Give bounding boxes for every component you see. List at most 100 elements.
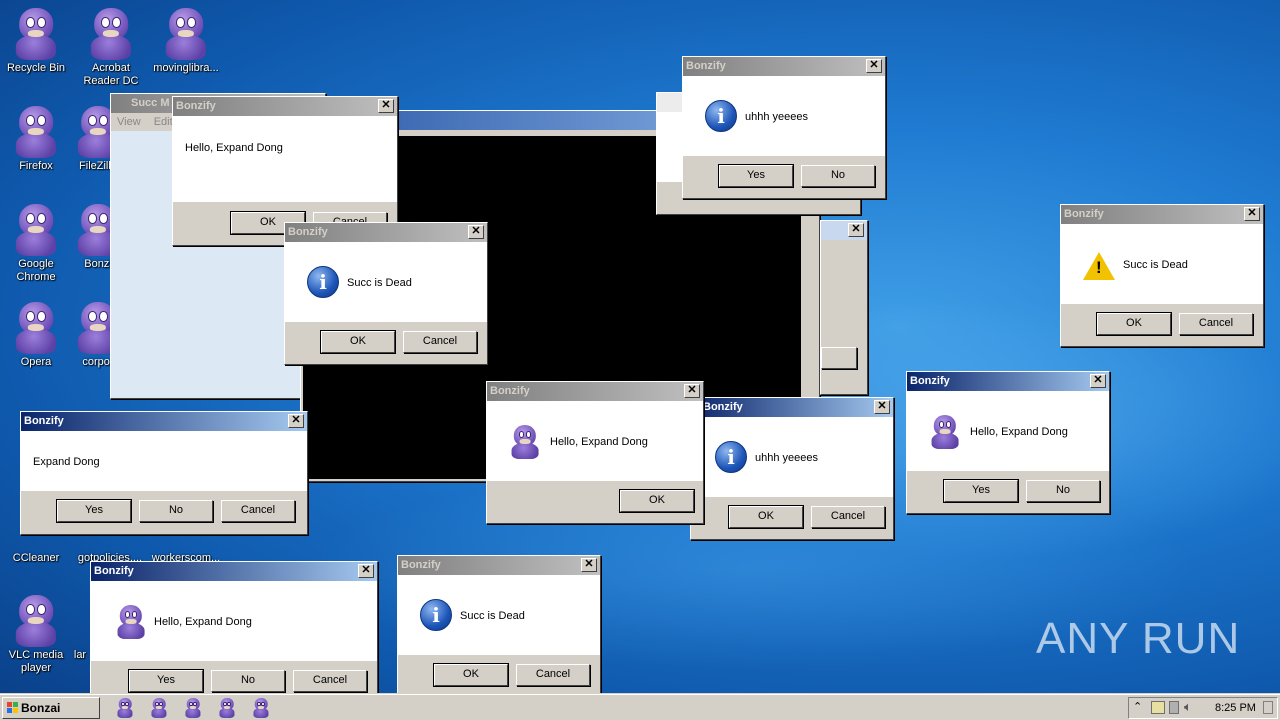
dialog-bonzify[interactable]: Bonzify ✕ Expand Dong Yes No Cancel (20, 411, 308, 535)
show-desktop-icon[interactable] (1263, 701, 1273, 714)
taskbar: Bonzai Buhdy ⌃ 🔈︎ 8:25 PM (0, 694, 1280, 720)
dialog-message: uhhh yeeees (755, 452, 818, 464)
desktop-icon-label: CCleaner (12, 552, 60, 564)
dialog-title: Bonzify (490, 385, 530, 397)
bonzi-icon (12, 302, 60, 354)
dialog-titlebar[interactable]: Bonzify ✕ (173, 97, 397, 116)
desktop-icon-acrobat[interactable]: Acrobat Reader DC (75, 8, 147, 88)
dialog-titlebar[interactable]: Bonzify ✕ (91, 562, 377, 581)
dialog-message: Hello, Expand Dong (185, 142, 283, 154)
cancel-button[interactable]: Cancel (293, 670, 367, 692)
desktop-icon-movinglibrary[interactable]: movinglibra... (150, 8, 222, 75)
no-button[interactable]: No (139, 500, 213, 522)
cancel-button[interactable]: Cancel (811, 506, 885, 528)
no-button[interactable]: No (1026, 480, 1100, 502)
flag-icon[interactable] (1169, 701, 1179, 714)
yes-button[interactable]: Yes (128, 669, 204, 693)
ok-button[interactable]: OK (320, 330, 396, 354)
bonzi-icon (929, 415, 961, 449)
dialog-titlebar[interactable]: Bonzify ✕ (487, 382, 703, 401)
dialog-title: Bonzify (703, 401, 743, 413)
desktop-icon-recycle-bin[interactable]: Recycle Bin (0, 8, 72, 75)
desktop-icon-label: Google Chrome (16, 258, 56, 283)
desktop-icon-label: Bonzi (84, 258, 112, 270)
yes-button[interactable]: Yes (56, 499, 132, 523)
yes-button[interactable]: Yes (718, 164, 794, 188)
dialog-title: Bonzify (176, 100, 216, 112)
close-icon[interactable]: ✕ (1090, 374, 1106, 388)
desktop-icon-label: movinglibra... (153, 62, 219, 74)
app-title: Succ M (131, 97, 170, 109)
close-icon[interactable]: ✕ (874, 400, 890, 414)
dialog-titlebar[interactable]: Bonzify ✕ (907, 372, 1109, 391)
close-icon[interactable]: ✕ (684, 384, 700, 398)
desktop-icon-label: corpor (82, 356, 114, 368)
dialog-bonzify[interactable]: Bonzify ✕ i Succ is Dead OK Cancel (397, 555, 601, 694)
dialog-message: Expand Dong (33, 456, 100, 468)
dialog-title: Bonzify (1064, 208, 1104, 220)
close-icon[interactable]: ✕ (581, 558, 597, 572)
behind-button[interactable] (821, 347, 857, 369)
chevron-up-icon[interactable]: ⌃ (1133, 700, 1142, 713)
dialog-titlebar[interactable]: Bonzify ✕ (683, 57, 885, 76)
dialog-bonzify[interactable]: Bonzify ✕ Hello, Expand Dong Yes No Cance… (90, 561, 378, 695)
bonzi-icon[interactable] (150, 698, 168, 718)
bonzi-icon (12, 204, 60, 256)
dialog-title: Bonzify (94, 565, 134, 577)
menu-edit[interactable]: Edit (154, 116, 173, 128)
behind-window-right[interactable]: ✕ (820, 220, 868, 395)
network-icon[interactable] (1151, 701, 1165, 714)
bonzi-icon[interactable] (252, 698, 270, 718)
bonzi-icon (12, 106, 60, 158)
ok-button[interactable]: OK (728, 505, 804, 529)
dialog-message: Hello, Expand Dong (550, 436, 648, 448)
ok-button[interactable]: OK (433, 663, 509, 687)
dialog-bonzify[interactable]: Bonzify ✕ Hello, Expand Dong OK (486, 381, 704, 524)
bonzi-icon[interactable] (218, 698, 236, 718)
dialog-bonzify[interactable]: Bonzify ✕ Hello, Expand Dong Yes No (906, 371, 1110, 514)
close-icon[interactable]: ✕ (848, 223, 864, 237)
dialog-titlebar[interactable]: Bonzify ✕ (21, 412, 307, 431)
dialog-bonzify[interactable]: Bonzify ✕ i uhhh yeeees Yes No (682, 56, 886, 199)
close-icon[interactable]: ✕ (468, 225, 484, 239)
cancel-button[interactable]: Cancel (516, 664, 590, 686)
close-icon[interactable]: ✕ (288, 414, 304, 428)
ok-button[interactable]: OK (1096, 312, 1172, 336)
dialog-titlebar[interactable]: Bonzify ✕ (1061, 205, 1263, 224)
yes-button[interactable]: Yes (943, 479, 1019, 503)
bonzi-icon[interactable] (184, 698, 202, 718)
start-button[interactable]: Bonzai Buhdy (2, 697, 100, 719)
close-icon[interactable]: ✕ (1244, 207, 1260, 221)
warning-icon: ! (1083, 252, 1115, 280)
cancel-button[interactable]: Cancel (403, 331, 477, 353)
ok-button[interactable]: OK (619, 489, 695, 513)
close-icon[interactable]: ✕ (866, 59, 882, 73)
desktop-icon-label: Recycle Bin (6, 62, 66, 74)
bonzi-icon[interactable] (116, 698, 134, 718)
dialog-titlebar[interactable]: Bonzify ✕ (285, 223, 487, 242)
dialog-title: Bonzify (24, 415, 64, 427)
no-button[interactable]: No (801, 165, 875, 187)
desktop-icon-label: Firefox (19, 160, 53, 172)
dialog-message: Succ is Dead (460, 610, 525, 622)
dialog-title: Bonzify (288, 226, 328, 238)
clock[interactable]: 8:25 PM (1215, 702, 1256, 714)
dialog-titlebar[interactable]: Bonzify ✕ (691, 398, 893, 417)
bonzi-icon (115, 605, 147, 639)
desktop-icon-label: Acrobat Reader DC (83, 62, 139, 87)
close-icon[interactable]: ✕ (378, 99, 394, 113)
close-icon[interactable]: ✕ (358, 564, 374, 578)
windows-flag-icon (7, 702, 19, 714)
dialog-bonzify[interactable]: Bonzify ✕ i uhhh yeeees OK Cancel (690, 397, 894, 540)
dialog-message: Succ is Dead (1123, 259, 1188, 271)
cancel-button[interactable]: Cancel (1179, 313, 1253, 335)
desktop-icon-label: lar (73, 649, 87, 661)
dialog-bonzify[interactable]: Bonzify ✕ ! Succ is Dead OK Cancel (1060, 204, 1264, 347)
menu-view[interactable]: View (117, 116, 141, 128)
speaker-icon[interactable]: 🔈︎ (1184, 699, 1192, 715)
cancel-button[interactable]: Cancel (221, 500, 295, 522)
dialog-bonzify[interactable]: Bonzify ✕ i Succ is Dead OK Cancel (284, 222, 488, 365)
no-button[interactable]: No (211, 670, 285, 692)
dialog-titlebar[interactable]: Bonzify ✕ (398, 556, 600, 575)
dialog-message: Hello, Expand Dong (970, 426, 1068, 438)
